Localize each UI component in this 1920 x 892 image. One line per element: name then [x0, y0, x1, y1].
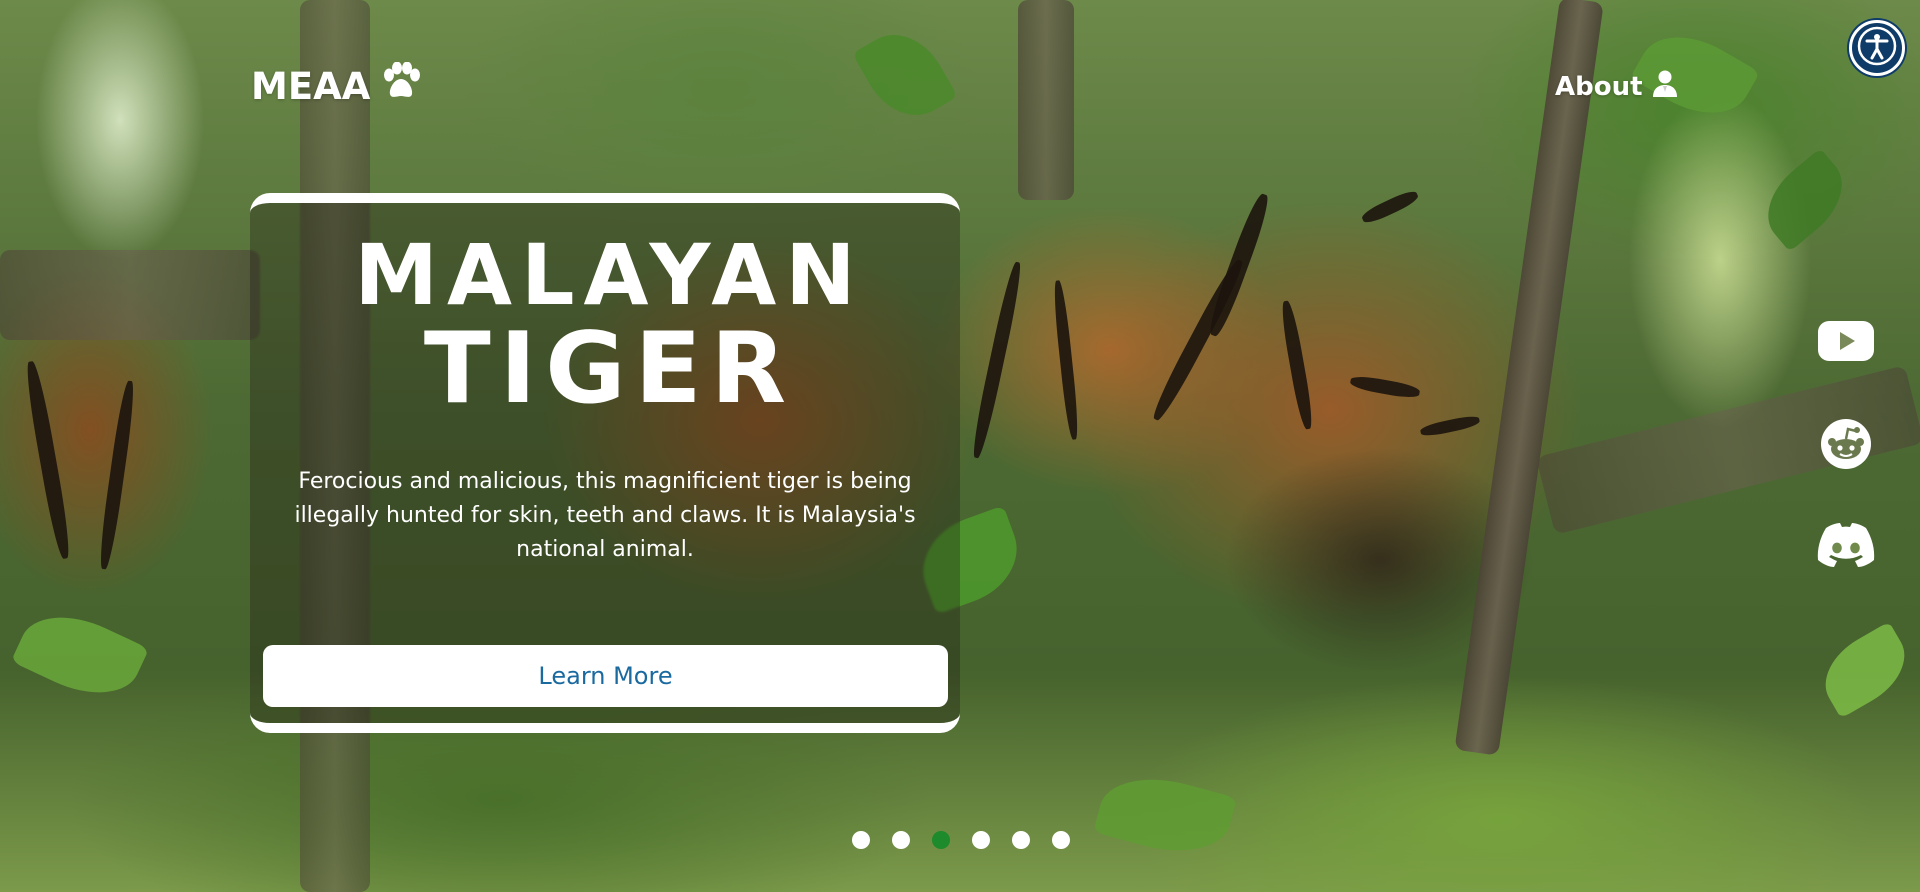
accessibility-icon: [1856, 25, 1898, 71]
discord-link[interactable]: [1816, 522, 1876, 572]
carousel-dot[interactable]: [1012, 831, 1030, 849]
about-link[interactable]: About: [1555, 70, 1678, 104]
reddit-icon: [1820, 418, 1872, 474]
tree-trunk-decoration: [1018, 0, 1074, 200]
learn-more-button[interactable]: Learn More: [263, 645, 948, 707]
youtube-icon: [1818, 321, 1874, 365]
tiger-stripe-decoration: [969, 260, 1025, 460]
tiger-stripe-decoration: [1278, 299, 1316, 431]
carousel-dot[interactable]: [852, 831, 870, 849]
carousel-pagination: [852, 831, 1070, 849]
user-icon: [1652, 70, 1678, 105]
tree-trunk-decoration: [1454, 0, 1604, 756]
tree-branch-decoration: [0, 250, 260, 340]
youtube-link[interactable]: [1816, 318, 1876, 368]
brand-label: MEAA: [251, 64, 371, 108]
leaf-decoration: [10, 597, 150, 713]
carousel-dot[interactable]: [1052, 831, 1070, 849]
leaf-decoration: [852, 18, 958, 132]
hero-description: Ferocious and malicious, this magnificie…: [294, 469, 916, 562]
discord-icon: [1816, 522, 1876, 572]
hero-card: MALAYAN TIGER Ferocious and malicious, t…: [250, 193, 960, 733]
tiger-stripe-decoration: [1419, 413, 1481, 439]
leaf-decoration: [1811, 621, 1919, 719]
hero-title-line2: TIGER: [423, 312, 796, 426]
hero-background: MEAA About MALAYAN TIGER Ferocious and m…: [0, 0, 1920, 892]
tiger-stripe-decoration: [1359, 187, 1421, 227]
carousel-dot[interactable]: [892, 831, 910, 849]
leaf-decoration: [1751, 148, 1859, 252]
reddit-link[interactable]: [1816, 418, 1876, 474]
hero-title-line1: MALAYAN: [354, 226, 865, 324]
tiger-stripe-decoration: [22, 360, 74, 560]
tiger-stripe-decoration: [1051, 279, 1081, 441]
tiger-stripe-decoration: [1148, 256, 1248, 424]
paw-icon: [380, 61, 422, 111]
tiger-stripe-decoration: [96, 379, 138, 571]
brand-logo[interactable]: MEAA: [251, 61, 422, 108]
carousel-dot[interactable]: [932, 831, 950, 849]
about-label: About: [1555, 72, 1643, 102]
carousel-dot[interactable]: [972, 831, 990, 849]
leaf-decoration: [1093, 764, 1237, 866]
tiger-stripe-decoration: [1349, 374, 1421, 400]
accessibility-button[interactable]: [1849, 20, 1905, 76]
